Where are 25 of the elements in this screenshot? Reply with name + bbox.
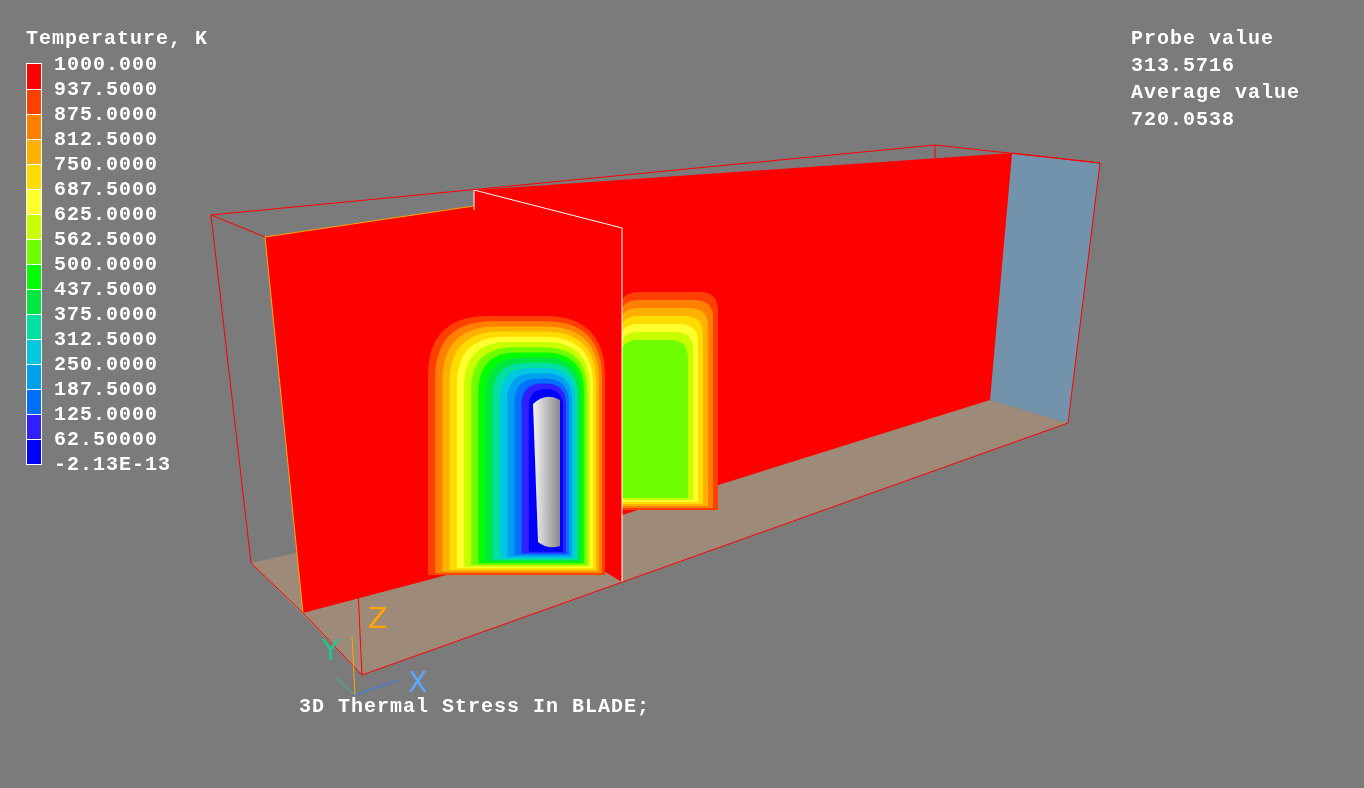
scale-label: 1000.000 — [54, 52, 158, 77]
readout-label: Average value — [1130, 80, 1300, 106]
readout-value: 313.5716 — [1130, 53, 1235, 79]
scale-label: 375.0000 — [54, 302, 158, 327]
plot-caption: 3D Thermal Stress In BLADE; — [298, 694, 651, 720]
scale-label: 312.5000 — [54, 327, 158, 352]
scale-label: 625.0000 — [54, 202, 158, 227]
axis-label: Y — [322, 634, 340, 667]
scale-label: 812.5000 — [54, 127, 158, 152]
scale-label: 250.0000 — [54, 352, 158, 377]
scale-label: 437.5000 — [54, 277, 158, 302]
scale-label: 687.5000 — [54, 177, 158, 202]
scale-label: 937.5000 — [54, 77, 158, 102]
scale-label: 562.5000 — [54, 227, 158, 252]
scale-label: 875.0000 — [54, 102, 158, 127]
scale-label: 62.50000 — [54, 427, 158, 452]
scale-label: 125.0000 — [54, 402, 158, 427]
scale-label: 187.5000 — [54, 377, 158, 402]
legend-title: Temperature, K — [26, 26, 209, 51]
scale-label: -2.13E-13 — [54, 452, 172, 477]
scale-label: 750.0000 — [54, 152, 158, 177]
readout-value: 720.0538 — [1130, 107, 1235, 133]
scale-label: 500.0000 — [54, 252, 158, 277]
readout-label: Probe value — [1130, 26, 1274, 52]
axis-label: Z — [368, 602, 388, 635]
